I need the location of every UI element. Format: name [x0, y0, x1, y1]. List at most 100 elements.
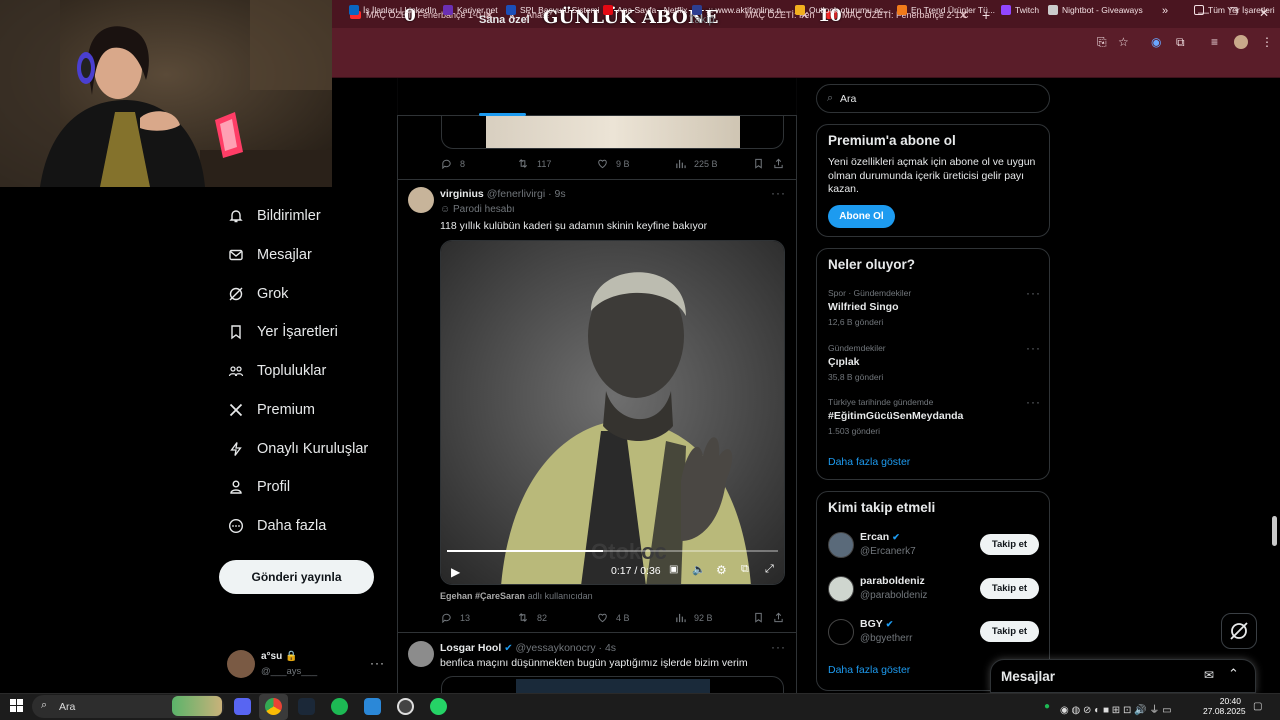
sidebar-item-onaylı-kuruluşlar[interactable]: Onaylı Kuruluşlar: [228, 441, 368, 457]
chrome-icon[interactable]: [265, 698, 282, 715]
discord-icon[interactable]: [234, 698, 251, 715]
subscribe-button[interactable]: Abone Ol: [828, 205, 895, 228]
active-tab-indicator: [479, 113, 526, 116]
account-more-icon[interactable]: ···: [370, 656, 385, 670]
post-video[interactable]: Otokoc ▶ 0:17 / 0:36 ▣ 🔈 ⚙ ⧉ ⤢: [440, 240, 785, 585]
previous-post-media[interactable]: [441, 116, 784, 149]
follow-show-more[interactable]: Daha fazla göster: [828, 664, 910, 676]
messages-drawer[interactable]: Mesajlar ✉ ⌃: [990, 659, 1256, 693]
captions-icon[interactable]: ▣: [669, 564, 678, 575]
taskbar-clock[interactable]: 20:40 27.08.2025: [1203, 696, 1246, 716]
bookmark-item[interactable]: Nightbot - Giveaways: [1048, 5, 1143, 15]
trend-more-icon[interactable]: ···: [1026, 395, 1041, 409]
post-more-icon[interactable]: ···: [771, 640, 786, 654]
post-author-name[interactable]: Losgar Hool: [440, 642, 501, 654]
post-author-avatar[interactable]: [408, 187, 434, 213]
sidebar-item-profil[interactable]: Profil: [228, 479, 290, 495]
star-icon[interactable]: ☆: [1118, 35, 1129, 49]
fullscreen-icon[interactable]: ⤢: [765, 563, 774, 576]
account-avatar[interactable]: [227, 650, 255, 678]
reply-action[interactable]: 8: [441, 158, 465, 169]
page-scrollbar-thumb[interactable]: [1272, 516, 1277, 546]
kebab-menu-icon[interactable]: ⋮: [1261, 35, 1273, 49]
sidebar-item-premium[interactable]: Premium: [228, 402, 315, 418]
share-icon[interactable]: [773, 158, 788, 169]
tab-following[interactable]: Takip: [689, 14, 715, 26]
follow-avatar[interactable]: [828, 532, 854, 558]
bookmark-item[interactable]: En Trend Ürünler Tü...: [897, 5, 995, 15]
follow-name-row[interactable]: Ercan ✔: [860, 531, 900, 543]
all-bookmarks-folder[interactable]: Tüm Yer İşaretleri: [1194, 5, 1275, 15]
trends-show-more[interactable]: Daha fazla göster: [828, 456, 910, 468]
notification-icon[interactable]: ▢: [1253, 701, 1262, 712]
follow-avatar[interactable]: [828, 576, 854, 602]
windows-start-icon[interactable]: [10, 699, 23, 712]
pip-icon[interactable]: ⧉: [741, 563, 749, 576]
post-more-icon[interactable]: ···: [771, 186, 786, 200]
post-author-avatar[interactable]: [408, 641, 434, 667]
like-action[interactable]: 4 B: [597, 612, 630, 623]
obs-icon[interactable]: [397, 698, 414, 715]
follow-avatar[interactable]: [828, 619, 854, 645]
follow-name-row[interactable]: paraboldeniz: [860, 575, 925, 587]
attribution-user[interactable]: Egehan #ÇareSaran: [440, 591, 525, 601]
repost-action[interactable]: 82: [517, 612, 547, 623]
bookmark-item[interactable]: Outlook oturumu aç...: [795, 5, 890, 15]
bookmark-icon[interactable]: [753, 158, 768, 169]
post-button[interactable]: Gönderi yayınla: [219, 560, 374, 594]
store-icon[interactable]: [364, 698, 381, 715]
settings-gear-icon[interactable]: ⚙: [716, 563, 727, 577]
extension-wave-icon[interactable]: ◉: [1151, 35, 1161, 49]
search-box[interactable]: ⌕ Ara: [816, 84, 1050, 113]
post-time[interactable]: · 9s: [548, 188, 566, 200]
taskbar-search[interactable]: ⌕ Ara: [32, 695, 224, 718]
views-icon: [675, 158, 690, 169]
repost-action[interactable]: 117: [517, 158, 551, 169]
sidebar-item-bildirimler[interactable]: Bildirimler: [228, 208, 321, 224]
post-header: virginius @fenerlivirgi · 9s: [440, 188, 566, 200]
whatsapp-icon[interactable]: [430, 698, 447, 715]
sidebar-item-topluluklar[interactable]: Topluluklar: [228, 363, 326, 379]
share-icon[interactable]: [773, 612, 788, 623]
reply-action[interactable]: 13: [441, 612, 470, 623]
volume-icon[interactable]: 🔈: [692, 563, 706, 576]
sidebar-item-grok[interactable]: Grok: [228, 286, 288, 302]
media-control-icon[interactable]: ≡: [1211, 35, 1218, 49]
sidebar-item-mesajlar[interactable]: Mesajlar: [228, 247, 312, 263]
profile-avatar[interactable]: [1234, 35, 1248, 49]
install-app-icon[interactable]: ⎘: [1097, 35, 1107, 50]
post-author-handle[interactable]: @fenerlivirgi: [487, 188, 546, 200]
tab-for-you[interactable]: Sana özel: [479, 14, 530, 26]
sidebar-item-yer-i-şaretleri[interactable]: Yer İşaretleri: [228, 324, 338, 340]
follow-button[interactable]: Takip et: [980, 578, 1039, 599]
bookmark-item[interactable]: Twitch: [1001, 5, 1039, 15]
sidebar-item-daha-fazla[interactable]: Daha fazla: [228, 518, 326, 534]
post-author-name[interactable]: virginius: [440, 188, 484, 200]
views-action[interactable]: 225 B: [675, 158, 718, 169]
extensions-icon[interactable]: ⧉: [1176, 35, 1185, 50]
follow-button[interactable]: Takip et: [980, 621, 1039, 642]
follow-button[interactable]: Takip et: [980, 534, 1039, 555]
post-media[interactable]: [441, 676, 784, 693]
account-switcher[interactable]: a°su 🔒: [261, 651, 297, 662]
bookmark-item[interactable]: Ana Sayfa - Netflix: [603, 5, 687, 15]
tray-icons[interactable]: ◉ ◍ ⊘ ◐ ■ ⊞ ⊡ 🔊 ⏚ ▭: [1060, 701, 1172, 716]
bookmark-icon[interactable]: [753, 612, 768, 623]
views-action[interactable]: 92 B: [675, 612, 713, 623]
steam-icon[interactable]: [298, 698, 315, 715]
post-time[interactable]: · 4s: [599, 642, 617, 654]
bookmarks-overflow-button[interactable]: »: [1162, 5, 1168, 17]
follow-name-row[interactable]: BGY ✔: [860, 618, 893, 630]
play-icon[interactable]: ▶: [451, 565, 460, 579]
trend-more-icon[interactable]: ···: [1026, 341, 1041, 355]
collapse-chevrons-icon[interactable]: ⌃: [1228, 666, 1239, 682]
grok-button[interactable]: [1221, 613, 1257, 649]
spotify-icon[interactable]: [331, 698, 348, 715]
post-author-handle[interactable]: @yessaykonocry: [516, 642, 596, 654]
video-progress-track[interactable]: [447, 550, 778, 552]
like-action[interactable]: 9 B: [597, 158, 630, 169]
tray-spotify-icon[interactable]: ●: [1044, 701, 1050, 712]
new-message-icon[interactable]: ✉: [1204, 668, 1214, 682]
trend-more-icon[interactable]: ···: [1026, 286, 1041, 300]
bookmark-item[interactable]: İş İlanları | LinkedIn: [349, 5, 437, 15]
